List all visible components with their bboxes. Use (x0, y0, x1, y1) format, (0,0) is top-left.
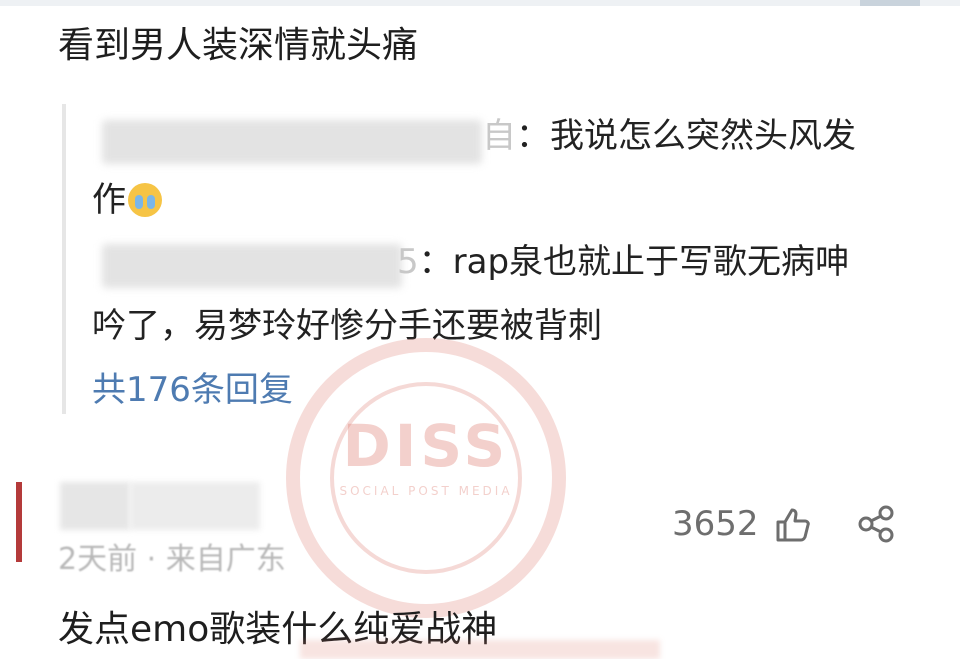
reply-2: 5：rap泉也就止于写歌无病呻 (397, 240, 849, 284)
reply-2-text-line1: ：rap泉也就止于写歌无病呻 (418, 242, 850, 282)
top-divider (0, 0, 960, 6)
thumbs-up-icon[interactable] (772, 504, 812, 544)
avatar[interactable] (16, 482, 22, 562)
reply-1: 自：我说怎么突然头风发 (482, 114, 856, 158)
watermark-sub: SOCIAL POST MEDIA (339, 484, 513, 498)
watermark-text: DISS (342, 412, 510, 480)
reply-1-cont: 作 (92, 178, 162, 222)
crying-emoji-icon (128, 183, 162, 217)
username-blurred-2 (130, 482, 260, 530)
watermark-logo: DISS SOCIAL POST MEDIA (286, 338, 566, 618)
reply-2-text-line2: 吟了，易梦玲好惨分手还要被背刺 (92, 306, 602, 346)
reply-1-text-line2: 作 (92, 180, 126, 220)
reply-1-author-suffix: 自 (482, 116, 516, 156)
reply-2-author-suffix: 5 (397, 242, 419, 282)
username-blurred[interactable] (60, 482, 130, 530)
share-icon[interactable] (856, 504, 898, 544)
bottom-watermark (300, 640, 660, 659)
more-replies-link[interactable]: 共176条回复 (92, 368, 293, 412)
reply-thread-rule (62, 104, 66, 414)
reply-2-cont: 吟了，易梦玲好惨分手还要被背刺 (92, 304, 602, 348)
reply-1-text-line1: ：我说怎么突然头风发 (516, 116, 856, 156)
comment-meta: 2天前 · 来自广东 (58, 542, 286, 577)
reply-author-blurred[interactable] (102, 120, 482, 164)
like-count: 3652 (672, 504, 759, 544)
comment-text: 看到男人装深情就头痛 (58, 25, 419, 66)
reply-author-blurred-2[interactable] (102, 244, 402, 288)
top-divider-accent (860, 0, 920, 6)
